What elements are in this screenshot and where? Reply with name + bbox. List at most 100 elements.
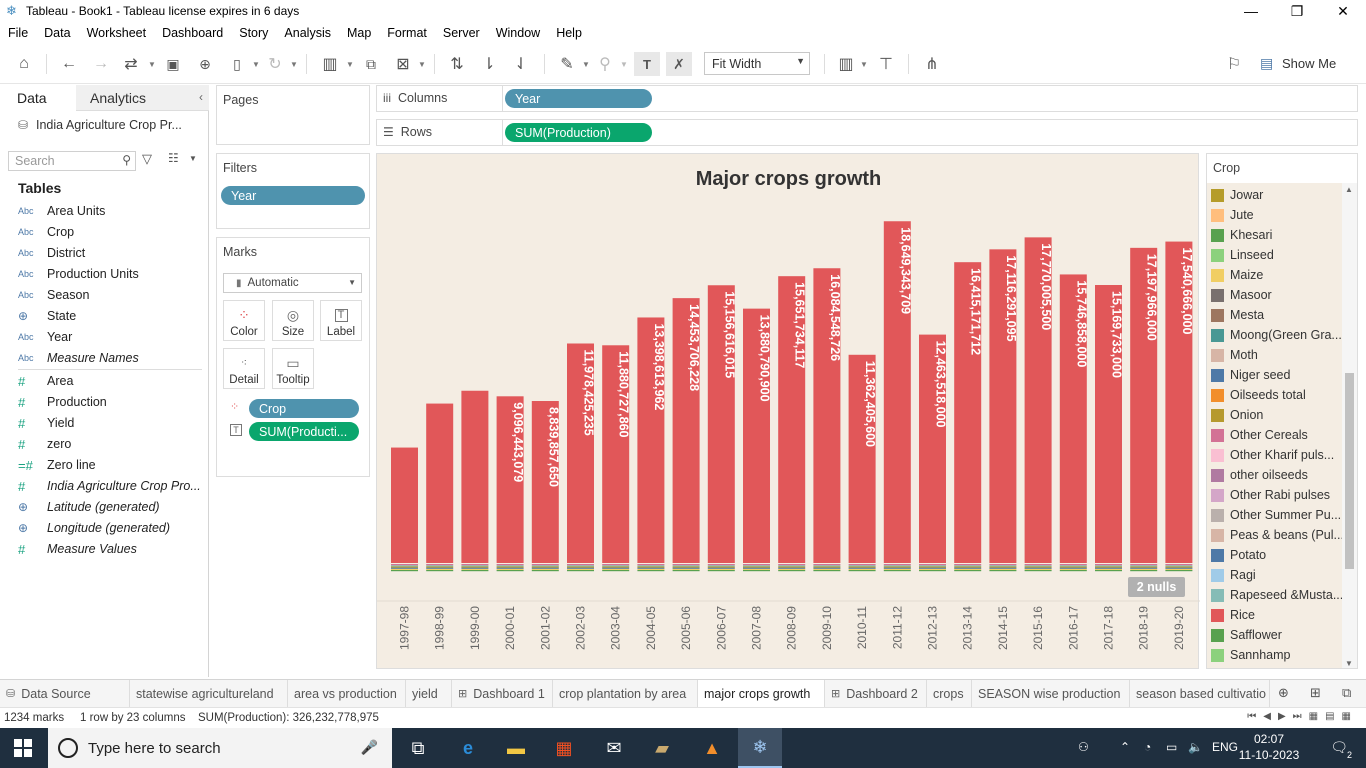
bar-segment-other-crop[interactable] [1165, 565, 1193, 567]
bar-segment-other-crop[interactable] [813, 570, 841, 572]
tab-data[interactable]: Data [0, 85, 76, 111]
bar-segment-other-crop[interactable] [426, 566, 454, 568]
bar-segment-other-crop[interactable] [989, 568, 1017, 570]
bar-segment-other-crop[interactable] [954, 570, 982, 572]
menu-story[interactable]: Story [231, 26, 276, 40]
field-item[interactable]: Abc Season [18, 285, 203, 305]
bar-segment-other-crop[interactable] [989, 565, 1017, 567]
group-members-icon[interactable]: ⚲ [594, 52, 616, 76]
bar-segment-other-crop[interactable] [707, 566, 735, 568]
tab-analytics[interactable]: Analytics ‹ [76, 85, 209, 111]
bar-segment-other-crop[interactable] [531, 567, 559, 569]
legend-item[interactable]: Sannhamp [1211, 645, 1342, 665]
filter-pill-year[interactable]: Year [221, 186, 365, 205]
bar-segment-other-crop[interactable] [1130, 567, 1158, 569]
new-datasource-icon[interactable]: ⊕ [194, 52, 216, 76]
fit-dropdown[interactable]: Fit Width ▼ [704, 52, 810, 75]
bar-segment-other-crop[interactable] [1130, 564, 1158, 566]
bar-segment-other-crop[interactable] [496, 566, 524, 568]
bar-segment-other-crop[interactable] [637, 564, 665, 566]
bar-segment-other-crop[interactable] [426, 568, 454, 570]
visualization-area[interactable]: Major crops growth 1997-98 1998-99 1999-00… [376, 153, 1200, 669]
highlight-dropdown-icon[interactable]: ▼ [582, 52, 590, 76]
menu-server[interactable]: Server [435, 26, 488, 40]
bar-segment-other-crop[interactable] [391, 565, 418, 567]
clear-dropdown-icon[interactable]: ▼ [418, 52, 426, 76]
menu-map[interactable]: Map [339, 26, 379, 40]
taskbar-search-input[interactable]: Type here to search 🎤 [48, 728, 392, 768]
legend-item[interactable]: Rice [1211, 605, 1342, 625]
bar-segment-other-crop[interactable] [778, 570, 806, 572]
bar-segment-other-crop[interactable] [848, 566, 876, 568]
save-icon[interactable]: ▣ [162, 52, 184, 76]
bar-segment-other-crop[interactable] [1130, 570, 1158, 572]
columns-shelf[interactable]: iii Columns Year [376, 85, 1358, 112]
highlight-icon[interactable]: ✎ [556, 52, 578, 76]
field-item[interactable]: Abc District [18, 243, 203, 263]
bar-segment-other-crop[interactable] [391, 570, 418, 572]
bar-segment-other-crop[interactable] [883, 568, 911, 570]
tab-major-crops-growth[interactable]: major crops growth [698, 680, 825, 707]
legend-item[interactable]: Linseed [1211, 245, 1342, 265]
tab-dashboard-1[interactable]: ⊞ Dashboard 1 [452, 680, 553, 707]
bar-segment-other-crop[interactable] [707, 570, 735, 572]
network-icon[interactable]: ◔ [1144, 740, 1151, 754]
presentation-dropdown-icon[interactable]: ▼ [860, 52, 868, 76]
bar-segment-other-crop[interactable] [567, 567, 594, 569]
notification-center-icon[interactable]: 🗨 [1330, 739, 1348, 756]
bar-segment-other-crop[interactable] [1165, 570, 1193, 572]
columns-pill-year[interactable]: Year [505, 89, 652, 108]
bar-segment-other-crop[interactable] [1130, 565, 1158, 567]
bar-segment-other-crop[interactable] [461, 568, 489, 570]
tab-crops[interactable]: crops [927, 680, 972, 707]
bar-segment-other-crop[interactable] [672, 566, 700, 568]
bar-segment-other-crop[interactable] [778, 567, 806, 569]
microphone-icon[interactable]: 🎤 [361, 739, 378, 756]
bar-segment-other-crop[interactable] [1024, 564, 1052, 566]
swap-rows-columns-icon[interactable]: ⇅ [446, 52, 468, 76]
bar-segment-other-crop[interactable] [602, 567, 630, 569]
legend-item[interactable]: Oilseeds total [1211, 385, 1342, 405]
field-item[interactable]: Abc Production Units [18, 264, 203, 284]
bar-segment-other-crop[interactable] [813, 566, 841, 568]
bar-segment-other-crop[interactable] [637, 570, 665, 572]
menu-help[interactable]: Help [548, 26, 590, 40]
new-dashboard-tab-icon[interactable]: ⊞ [1310, 685, 1321, 701]
menu-worksheet[interactable]: Worksheet [79, 26, 155, 40]
bar-segment-other-crop[interactable] [1059, 567, 1087, 569]
bar-segment-other-crop[interactable] [426, 570, 454, 572]
bar-segment-other-crop[interactable] [883, 566, 911, 568]
color-button[interactable]: ⁘ Color [223, 300, 265, 341]
mark-type-dropdown[interactable]: ▮ Automatic ▼ [223, 273, 362, 293]
home-icon[interactable]: ⌂ [12, 52, 36, 76]
bar-segment-other-crop[interactable] [602, 568, 630, 570]
people-icon[interactable]: ⚇ [1078, 740, 1089, 754]
task-view-icon[interactable]: ⧉ [396, 728, 440, 768]
bar-segment-other-crop[interactable] [883, 567, 911, 569]
bar-segment-other-crop[interactable] [1165, 564, 1193, 566]
bar-segment-other-crop[interactable] [567, 566, 594, 568]
menu-window[interactable]: Window [488, 26, 548, 40]
bar-segment-other-crop[interactable] [1024, 566, 1052, 568]
new-worksheet-tab-icon[interactable]: ⊕ [1278, 685, 1289, 701]
legend-item[interactable]: Onion [1211, 405, 1342, 425]
bar-segment-other-crop[interactable] [813, 564, 841, 566]
bar-segment-other-crop[interactable] [1095, 567, 1122, 569]
bar-segment-other-crop[interactable] [778, 566, 806, 568]
detail-button[interactable]: ⁖ Detail [223, 348, 265, 389]
file-explorer-icon[interactable]: ▬ [494, 728, 538, 768]
legend-item[interactable]: Khesari [1211, 225, 1342, 245]
legend-item[interactable]: Mesta [1211, 305, 1342, 325]
bar-segment-other-crop[interactable] [919, 564, 946, 566]
clock[interactable]: 02:07 11-10-2023 [1234, 731, 1304, 763]
bar-segment-other-crop[interactable] [743, 565, 770, 567]
bar-segment-other-crop[interactable] [1130, 568, 1158, 570]
fix-axes-icon[interactable]: ✗ [666, 52, 692, 76]
bar-segment-other-crop[interactable] [707, 565, 735, 567]
datasource-item[interactable]: ⛁ India Agriculture Crop Pr... [18, 115, 208, 135]
field-item[interactable]: Abc Measure Names [18, 348, 203, 368]
view-list-icon[interactable]: ☷ [168, 151, 179, 165]
menu-file[interactable]: File [0, 26, 36, 40]
bar-segment-other-crop[interactable] [954, 568, 982, 570]
bar-segment-other-crop[interactable] [531, 570, 559, 572]
